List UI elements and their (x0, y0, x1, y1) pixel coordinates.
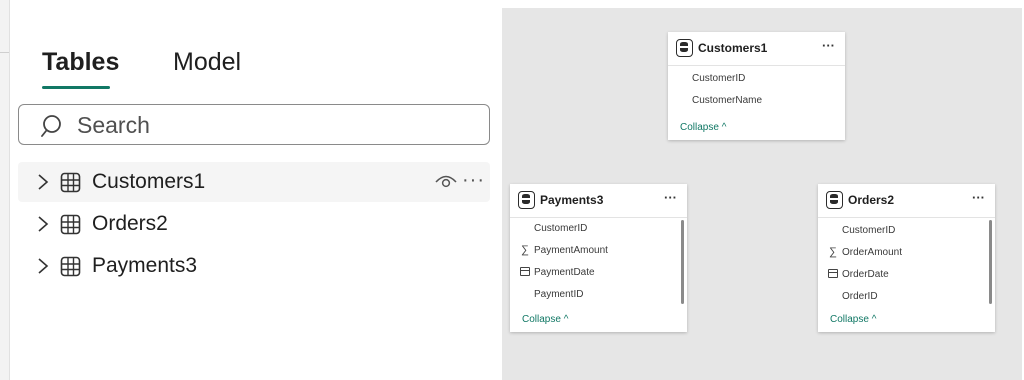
field-name: CustomerName (692, 95, 763, 106)
calendar-icon (520, 267, 530, 276)
more-options-icon[interactable]: ··· (822, 38, 835, 53)
card-header[interactable]: Customers1 ··· (668, 32, 845, 66)
sigma-icon: ∑ (521, 244, 529, 256)
collapse-link[interactable]: Collapse ^ (830, 314, 876, 325)
chevron-right-icon[interactable] (36, 173, 50, 191)
field-name: PaymentAmount (534, 245, 608, 256)
field-name: OrderDate (842, 269, 889, 280)
card-header[interactable]: Orders2 ··· (818, 184, 995, 218)
search-box[interactable] (18, 104, 490, 145)
field-name: CustomerID (842, 225, 896, 236)
field-name: CustomerID (534, 223, 588, 234)
edge-divider (0, 52, 9, 53)
table-icon (826, 191, 843, 209)
left-edge-strip (0, 0, 10, 380)
chevron-right-icon[interactable] (36, 257, 50, 275)
table-name: Payments3 (92, 254, 198, 277)
field-row[interactable]: OrderDate (818, 265, 995, 285)
visibility-eye-icon[interactable] (434, 172, 458, 192)
table-card-orders2[interactable]: Orders2 ··· CustomerID ∑ OrderAmount Ord… (818, 184, 995, 332)
search-input[interactable] (77, 110, 477, 140)
field-name: PaymentID (534, 289, 584, 300)
table-name: Orders2 (92, 212, 168, 235)
field-name: OrderID (842, 291, 878, 302)
search-icon (41, 115, 61, 137)
table-icon (676, 39, 693, 57)
tab-tables[interactable]: Tables (42, 47, 119, 77)
table-row-payments3[interactable]: Payments3 (18, 246, 490, 286)
card-title: Payments3 (540, 193, 604, 207)
more-options-icon[interactable]: ··· (972, 190, 985, 205)
table-grid-icon (60, 214, 81, 235)
field-row[interactable]: PaymentID (510, 285, 687, 305)
table-card-customers1[interactable]: Customers1 ··· CustomerID CustomerName C… (668, 32, 845, 140)
calendar-icon (828, 269, 838, 278)
field-row[interactable]: ∑ OrderAmount (818, 243, 995, 263)
field-row[interactable]: CustomerID (668, 69, 845, 89)
table-grid-icon (60, 172, 81, 193)
active-tab-indicator (42, 86, 110, 89)
table-row-customers1[interactable]: Customers1 ··· (18, 162, 490, 202)
chevron-right-icon[interactable] (36, 215, 50, 233)
field-row[interactable]: PaymentDate (510, 263, 687, 283)
field-row[interactable]: CustomerID (818, 221, 995, 241)
model-canvas[interactable]: Customers1 ··· CustomerID CustomerName C… (502, 8, 1022, 380)
table-icon (518, 191, 535, 209)
table-row-orders2[interactable]: Orders2 (18, 204, 490, 244)
more-options-icon[interactable]: ··· (664, 190, 677, 205)
app-root: Tables Model Customers1 (0, 0, 1024, 380)
scrollbar[interactable] (681, 220, 684, 304)
collapse-link[interactable]: Collapse ^ (522, 314, 568, 325)
card-title: Customers1 (698, 41, 768, 55)
field-row[interactable]: ∑ PaymentAmount (510, 241, 687, 261)
field-name: CustomerID (692, 73, 746, 84)
card-title: Orders2 (848, 193, 895, 207)
fields-pane: Tables Model Customers1 (0, 0, 502, 380)
more-options-icon[interactable]: ··· (462, 166, 485, 194)
scrollbar[interactable] (989, 220, 992, 304)
card-header[interactable]: Payments3 ··· (510, 184, 687, 218)
field-row[interactable]: CustomerID (510, 219, 687, 239)
collapse-link[interactable]: Collapse ^ (680, 122, 726, 133)
field-name: PaymentDate (534, 267, 595, 278)
table-name: Customers1 (92, 170, 206, 193)
table-grid-icon (60, 256, 81, 277)
table-card-payments3[interactable]: Payments3 ··· CustomerID ∑ PaymentAmount… (510, 184, 687, 332)
field-row[interactable]: CustomerName (668, 91, 845, 111)
sigma-icon: ∑ (829, 246, 837, 258)
field-name: OrderAmount (842, 247, 903, 258)
tab-model[interactable]: Model (173, 47, 241, 77)
field-row[interactable]: OrderID (818, 287, 995, 307)
